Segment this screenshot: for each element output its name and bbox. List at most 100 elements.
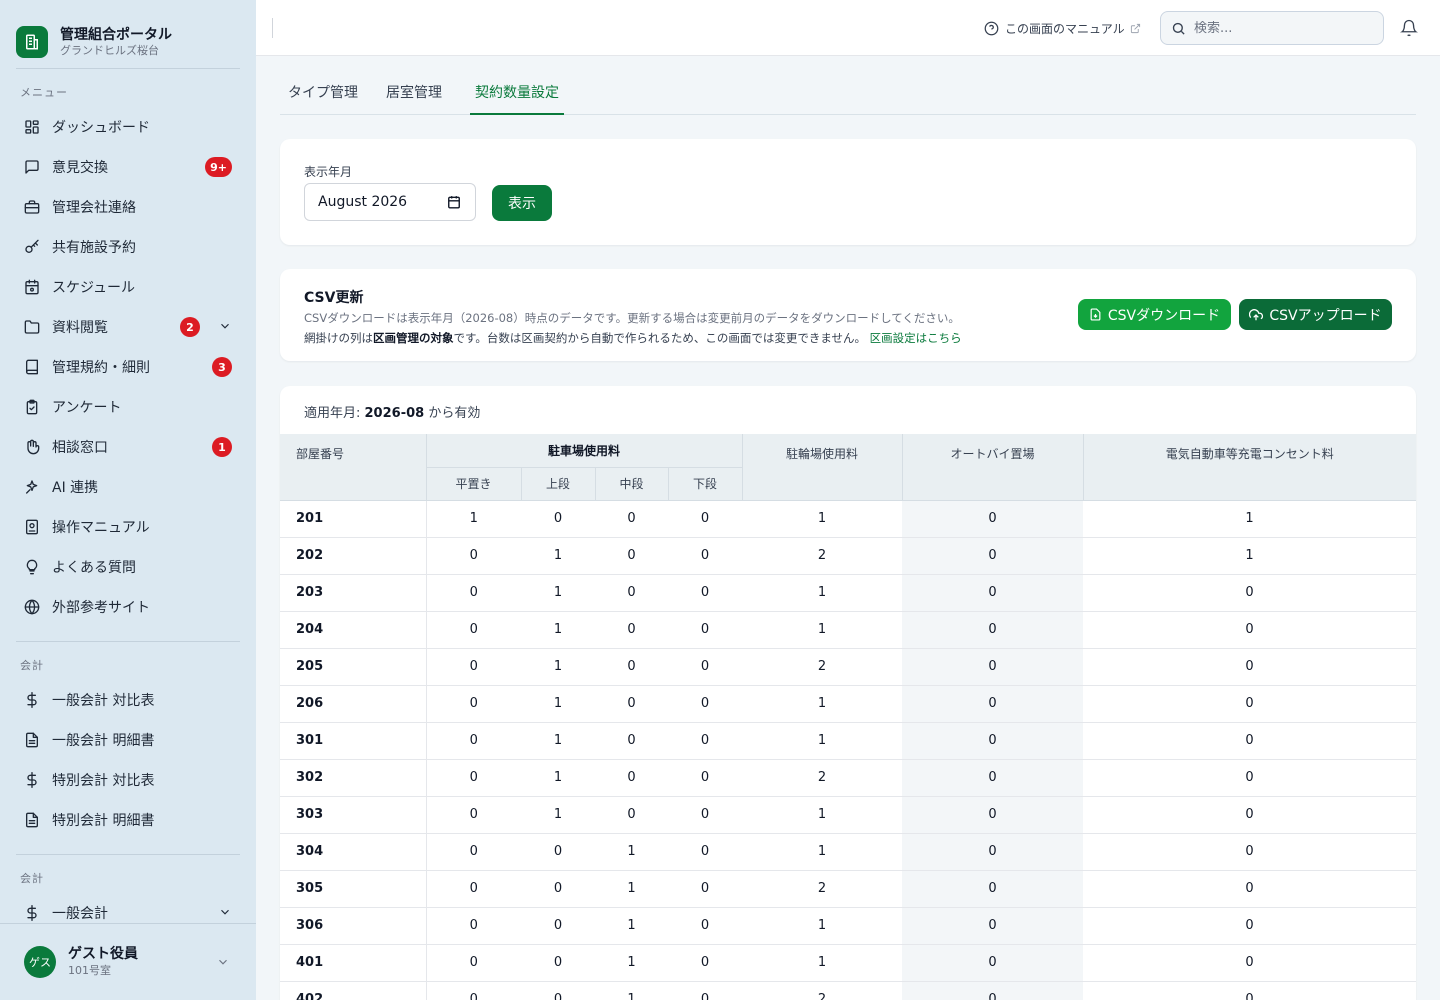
parking-middle-cell[interactable]: 0 [595,500,668,538]
parking-upper-cell[interactable]: 0 [521,907,595,945]
ev-charging-cell[interactable]: 0 [1083,611,1416,649]
parking-flat-cell[interactable]: 0 [426,796,521,834]
parking-lower-cell[interactable]: 0 [668,981,743,1000]
sidebar-item-2[interactable]: 管理会社連絡 [16,190,240,224]
show-button[interactable]: 表示 [492,185,552,221]
parking-middle-cell[interactable]: 1 [595,907,668,945]
bicycle-cell[interactable]: 2 [742,759,903,797]
bicycle-cell[interactable]: 1 [742,722,903,760]
parking-flat-cell[interactable]: 0 [426,648,521,686]
sidebar-item-4[interactable]: スケジュール [16,270,240,304]
parking-upper-cell[interactable]: 1 [521,574,595,612]
search-box[interactable] [1160,11,1384,45]
parking-lower-cell[interactable]: 0 [668,500,743,538]
parking-lower-cell[interactable]: 0 [668,685,743,723]
sidebar-item-3[interactable]: 共有施設予約 [16,230,240,264]
sidebar-item-1[interactable]: 一般会計 明細書 [16,723,240,757]
bicycle-cell[interactable]: 1 [742,796,903,834]
parking-flat-cell[interactable]: 0 [426,537,521,575]
parking-lower-cell[interactable]: 0 [668,870,743,908]
bicycle-cell[interactable]: 2 [742,648,903,686]
parking-upper-cell[interactable]: 1 [521,648,595,686]
ev-charging-cell[interactable]: 0 [1083,796,1416,834]
parking-lower-cell[interactable]: 0 [668,833,743,871]
parking-flat-cell[interactable]: 0 [426,981,521,1000]
parking-flat-cell[interactable]: 0 [426,944,521,982]
ev-charging-cell[interactable]: 0 [1083,574,1416,612]
sidebar-item-12[interactable]: 外部参考サイト [16,590,240,624]
parking-flat-cell[interactable]: 0 [426,722,521,760]
search-input[interactable] [1194,20,1374,36]
bicycle-cell[interactable]: 1 [742,944,903,982]
ev-charging-cell[interactable]: 0 [1083,944,1416,982]
parking-flat-cell[interactable]: 1 [426,500,521,538]
parking-upper-cell[interactable]: 1 [521,796,595,834]
parking-flat-cell[interactable]: 0 [426,870,521,908]
ev-charging-cell[interactable]: 0 [1083,981,1416,1000]
bicycle-cell[interactable]: 2 [742,537,903,575]
parking-flat-cell[interactable]: 0 [426,685,521,723]
parking-upper-cell[interactable]: 0 [521,981,595,1000]
manual-link[interactable]: この画面のマニュアル [984,18,1141,38]
parking-lower-cell[interactable]: 0 [668,537,743,575]
sidebar-item-11[interactable]: よくある質問 [16,550,240,584]
bell-icon[interactable] [1400,19,1418,37]
tab-type-management[interactable]: タイプ管理 [284,82,362,115]
parking-upper-cell[interactable]: 1 [521,685,595,723]
parking-lower-cell[interactable]: 0 [668,759,743,797]
bicycle-cell[interactable]: 1 [742,500,903,538]
calendar-icon[interactable] [447,195,461,209]
month-input[interactable]: August 2026 [304,183,476,221]
parking-middle-cell[interactable]: 0 [595,685,668,723]
ev-charging-cell[interactable]: 0 [1083,685,1416,723]
sidebar-item-1[interactable]: 意見交換 9+ [16,150,240,184]
sidebar-item-0[interactable]: 一般会計 対比表 [16,683,240,717]
bicycle-cell[interactable]: 2 [742,870,903,908]
parking-middle-cell[interactable]: 1 [595,944,668,982]
parking-middle-cell[interactable]: 0 [595,611,668,649]
parking-middle-cell[interactable]: 0 [595,574,668,612]
tab-room-management[interactable]: 居室管理 [382,82,446,115]
brand[interactable]: 管理組合ポータル グランドヒルズ桜台 [0,0,256,68]
section-settings-link[interactable]: 区画設定はこちら [870,331,962,345]
bicycle-cell[interactable]: 1 [742,907,903,945]
bicycle-cell[interactable]: 1 [742,685,903,723]
parking-flat-cell[interactable]: 0 [426,833,521,871]
sidebar-item-5[interactable]: 資料閲覧 2 [16,310,240,344]
ev-charging-cell[interactable]: 0 [1083,722,1416,760]
ev-charging-cell[interactable]: 1 [1083,537,1416,575]
parking-upper-cell[interactable]: 0 [521,944,595,982]
sidebar-item-8[interactable]: 相談窓口 1 [16,430,240,464]
sidebar-item-6[interactable]: 管理規約・細則 3 [16,350,240,384]
parking-middle-cell[interactable]: 0 [595,648,668,686]
parking-flat-cell[interactable]: 0 [426,611,521,649]
sidebar-item-2[interactable]: 特別会計 対比表 [16,763,240,797]
bicycle-cell[interactable]: 1 [742,574,903,612]
sidebar-item-10[interactable]: 操作マニュアル [16,510,240,544]
parking-upper-cell[interactable]: 0 [521,870,595,908]
sidebar-item-3[interactable]: 特別会計 明細書 [16,803,240,837]
parking-middle-cell[interactable]: 1 [595,833,668,871]
parking-middle-cell[interactable]: 0 [595,537,668,575]
ev-charging-cell[interactable]: 0 [1083,648,1416,686]
chevron-down-icon[interactable] [218,319,232,333]
parking-middle-cell[interactable]: 1 [595,870,668,908]
ev-charging-cell[interactable]: 0 [1083,870,1416,908]
sidebar-item-9[interactable]: AI 連携 [16,470,240,504]
parking-lower-cell[interactable]: 0 [668,648,743,686]
parking-flat-cell[interactable]: 0 [426,574,521,612]
parking-middle-cell[interactable]: 0 [595,759,668,797]
parking-upper-cell[interactable]: 1 [521,759,595,797]
tab-contract-quantity[interactable]: 契約数量設定 [470,82,564,115]
parking-lower-cell[interactable]: 0 [668,944,743,982]
csv-download-button[interactable]: CSVダウンロード [1078,299,1231,330]
parking-upper-cell[interactable]: 1 [521,611,595,649]
parking-middle-cell[interactable]: 1 [595,981,668,1000]
parking-lower-cell[interactable]: 0 [668,611,743,649]
parking-lower-cell[interactable]: 0 [668,907,743,945]
parking-upper-cell[interactable]: 1 [521,537,595,575]
sidebar-item-7[interactable]: アンケート [16,390,240,424]
chevron-down-icon[interactable] [218,905,232,919]
parking-upper-cell[interactable]: 0 [521,500,595,538]
parking-lower-cell[interactable]: 0 [668,574,743,612]
